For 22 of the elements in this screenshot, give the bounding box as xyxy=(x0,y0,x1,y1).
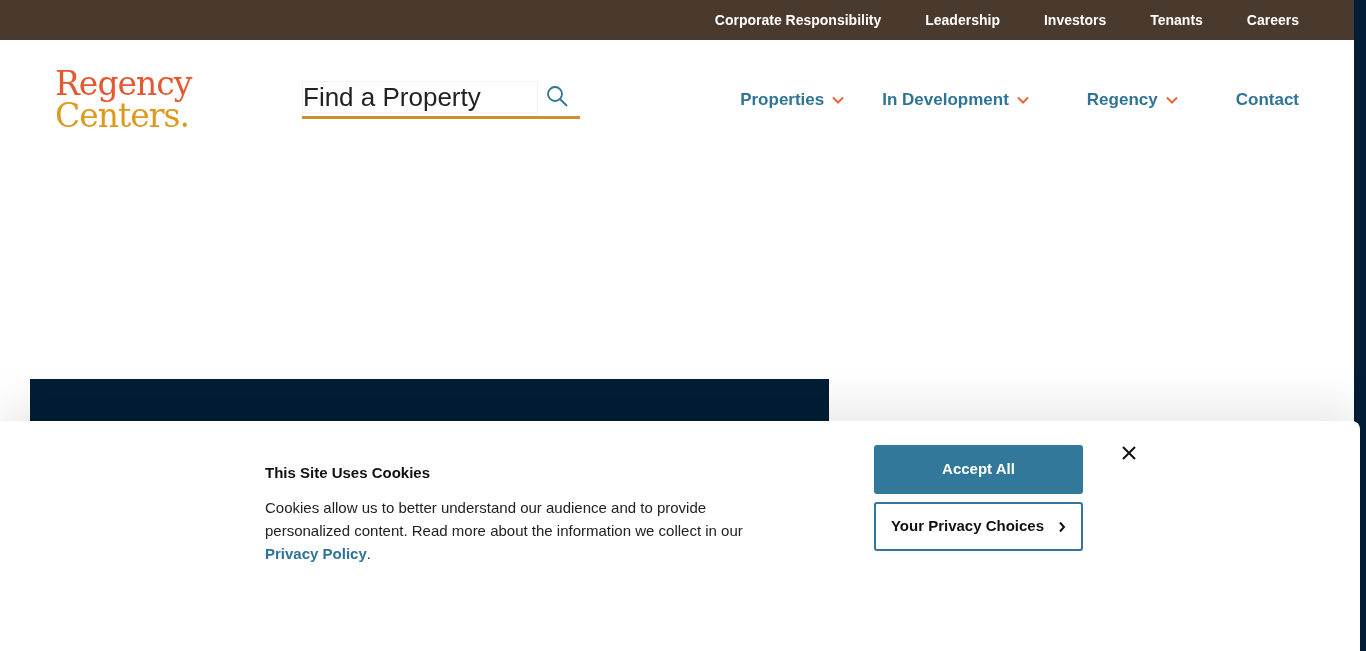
close-icon[interactable] xyxy=(1121,445,1137,461)
chevron-down-icon xyxy=(1016,96,1029,104)
chevron-right-icon xyxy=(1058,520,1067,533)
nav-link[interactable]: Properties xyxy=(740,87,845,113)
logo[interactable]: Regency Centers. xyxy=(55,68,255,132)
accept-all-button[interactable]: Accept All xyxy=(874,445,1083,494)
top-link[interactable]: Leadership xyxy=(925,9,1000,31)
chevron-down-icon xyxy=(832,96,845,104)
nav-link[interactable]: Contact xyxy=(1235,87,1299,113)
top-link[interactable]: Corporate Responsibility xyxy=(714,9,882,31)
search-icon[interactable] xyxy=(546,85,570,109)
search-field[interactable]: Find a Property xyxy=(302,81,538,113)
chevron-down-icon xyxy=(1165,96,1178,104)
nav-link[interactable]: In Development xyxy=(882,87,1029,113)
top-link[interactable]: Careers xyxy=(1246,9,1299,31)
privacy-choices-button[interactable]: Your Privacy Choices xyxy=(874,502,1083,551)
cookie-title: This Site Uses Cookies xyxy=(265,463,432,483)
privacy-policy-link[interactable]: Privacy Policy xyxy=(265,544,367,562)
top-link[interactable]: Investors xyxy=(1043,9,1107,31)
nav-link[interactable]: Regency xyxy=(1086,87,1178,113)
top-link[interactable]: Tenants xyxy=(1150,9,1203,31)
cookie-text: Cookies allow us to better understand our audience and to provide personalized content. Read more about the information we collect in our Privacy Policy. xyxy=(265,497,744,564)
